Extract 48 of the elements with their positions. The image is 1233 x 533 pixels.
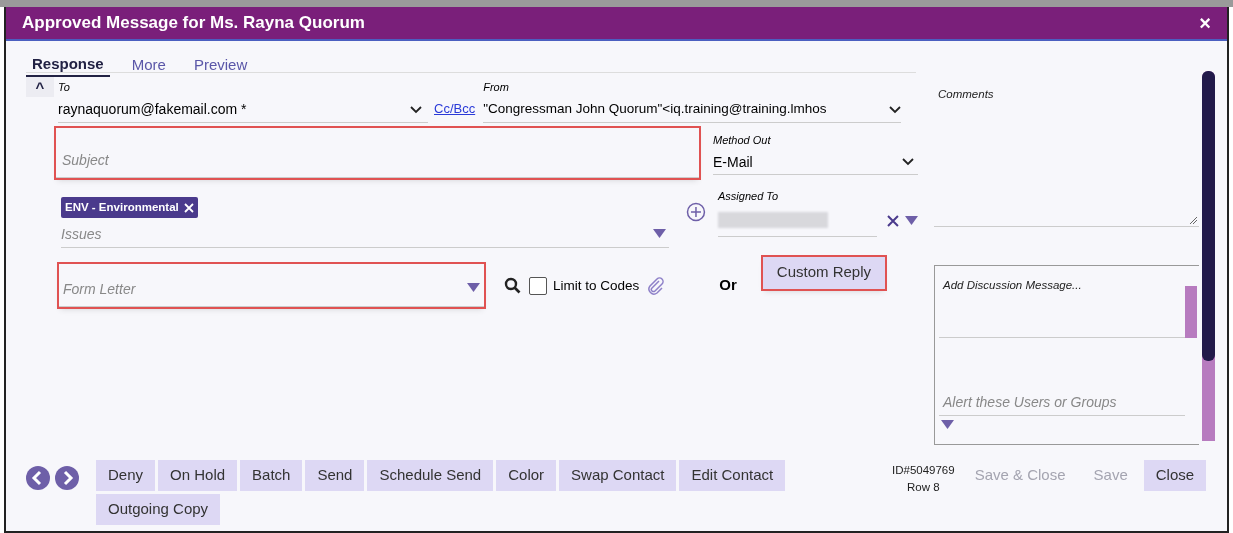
- clear-icon[interactable]: [887, 214, 899, 227]
- custom-reply-button[interactable]: Custom Reply: [762, 256, 885, 289]
- add-icon[interactable]: [686, 202, 706, 222]
- footer-button[interactable]: Close: [1143, 460, 1207, 491]
- dropdown-triangle-icon[interactable]: [941, 420, 954, 429]
- close-button[interactable]: ×: [1199, 13, 1211, 33]
- chevron-down-icon: [902, 158, 914, 166]
- dropdown-triangle-icon[interactable]: [467, 283, 480, 293]
- resize-grip-icon: [1190, 217, 1197, 224]
- action-button[interactable]: Swap Contact: [559, 460, 677, 491]
- action-button[interactable]: Edit Contact: [679, 460, 786, 491]
- from-select[interactable]: "Congressman John Quorum"<iq.training@training.lmhos: [483, 97, 902, 123]
- method-out-select[interactable]: E-Mail: [713, 150, 918, 175]
- scrollbar[interactable]: [1202, 71, 1215, 441]
- checkbox[interactable]: [529, 276, 547, 295]
- or-label: Or: [719, 275, 737, 296]
- field-label: Assigned To: [718, 189, 780, 204]
- action-button[interactable]: Deny: [96, 460, 156, 491]
- dropdown-triangle-icon[interactable]: [653, 229, 667, 238]
- scrollbar-thumb[interactable]: [1185, 286, 1197, 338]
- issue-tag[interactable]: ENV - Environmental: [61, 197, 198, 219]
- field-label: To: [58, 80, 71, 93]
- chevron-down-icon: [410, 105, 422, 114]
- window-title: Approved Message for Ms. Rayna Quorum: [22, 12, 365, 35]
- action-button[interactable]: Color: [496, 460, 557, 491]
- field-label: Method Out: [713, 133, 772, 148]
- row-number: Row 8: [907, 480, 940, 496]
- action-button[interactable]: Outgoing Copy: [96, 494, 221, 525]
- action-button[interactable]: On Hold: [158, 460, 238, 491]
- field-label: From: [483, 80, 510, 93]
- cc-bcc-link[interactable]: Cc/Bcc: [434, 99, 476, 123]
- chevron-down-icon: [889, 105, 902, 114]
- to-select[interactable]: raynaquorum@fakemail.com *: [58, 97, 428, 123]
- action-button[interactable]: Batch: [240, 460, 303, 491]
- paperclip-icon[interactable]: [647, 276, 666, 295]
- dropdown-triangle-icon[interactable]: [905, 216, 918, 225]
- checkbox-label: Limit to Codes: [553, 276, 640, 295]
- tab[interactable]: Preview: [187, 53, 254, 77]
- remove-icon[interactable]: [183, 202, 194, 213]
- action-button[interactable]: Send: [305, 460, 365, 491]
- comments-field[interactable]: Comments: [934, 75, 1199, 227]
- search-icon[interactable]: [504, 277, 521, 295]
- record-id: ID#5049769: [892, 463, 955, 478]
- next-icon[interactable]: [55, 466, 79, 490]
- action-button[interactable]: Schedule Send: [367, 460, 494, 491]
- tab[interactable]: More: [125, 53, 172, 77]
- collapse-button[interactable]: ^: [26, 77, 54, 97]
- previous-icon[interactable]: [26, 466, 50, 490]
